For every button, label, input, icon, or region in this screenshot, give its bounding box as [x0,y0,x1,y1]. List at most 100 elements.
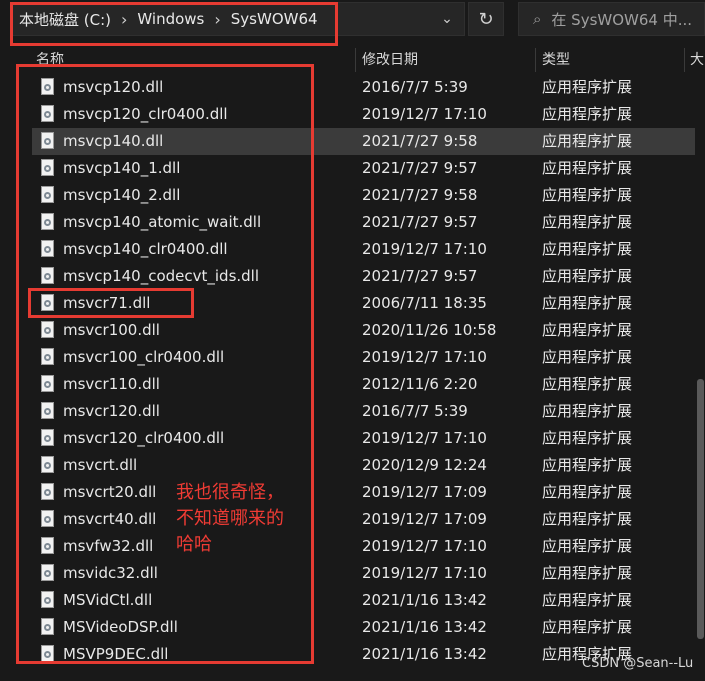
breadcrumb-drive[interactable]: 本地磁盘 (C:) [19,9,111,30]
file-name: msvcp140.dll [63,132,164,150]
file-type: 应用程序扩展 [542,618,633,636]
breadcrumb-syswow64[interactable]: SysWOW64 [231,10,318,28]
column-header-name[interactable]: 名称 [36,46,64,74]
file-type: 应用程序扩展 [542,132,633,150]
file-row[interactable]: msvcrt20.dll 2019/12/7 17:09 应用程序扩展 [32,479,695,506]
file-type: 应用程序扩展 [542,564,633,582]
file-type: 应用程序扩展 [542,105,633,123]
file-type: 应用程序扩展 [542,510,633,528]
file-row[interactable]: msvcp140_2.dll 2021/7/27 9:58 应用程序扩展 [32,182,695,209]
file-date: 2021/7/27 9:57 [362,267,478,285]
file-type: 应用程序扩展 [542,78,633,96]
breadcrumb-separator-icon[interactable]: › [214,10,220,29]
file-row[interactable]: msvidc32.dll 2019/12/7 17:10 应用程序扩展 [32,560,695,587]
file-name: msvcp120.dll [63,78,164,96]
dll-file-icon [41,213,54,230]
breadcrumb-windows[interactable]: Windows [137,10,204,28]
dll-file-icon [41,240,54,257]
file-date: 2012/11/6 2:20 [362,375,478,393]
address-bar[interactable]: 本地磁盘 (C:) › Windows › SysWOW64 [10,2,465,36]
dll-file-icon [41,618,54,635]
dll-file-icon [41,483,54,500]
scrollbar-thumb[interactable] [697,379,704,639]
column-header-row: 名称 修改日期 类型 大 [0,46,705,74]
search-icon: ⌕ [533,10,542,28]
file-row[interactable]: msvcp120.dll 2016/7/7 5:39 应用程序扩展 [32,74,695,101]
dll-file-icon [41,267,54,284]
dll-file-icon [41,537,54,554]
file-name: MSVP9DEC.dll [63,645,169,663]
column-header-date[interactable]: 修改日期 [362,46,418,74]
file-row[interactable]: msvcrt.dll 2020/12/9 12:24 应用程序扩展 [32,452,695,479]
file-name: msvcp140_clr0400.dll [63,240,228,258]
file-name: msvcp120_clr0400.dll [63,105,228,123]
file-row[interactable]: msvcp140_atomic_wait.dll 2021/7/27 9:57 应用… [32,209,695,236]
dll-file-icon [41,429,54,446]
file-date: 2019/12/7 17:09 [362,483,487,501]
file-date: 2019/12/7 17:10 [362,429,487,447]
file-row[interactable]: msvcp120_clr0400.dll 2019/12/7 17:10 应用程序扩… [32,101,695,128]
file-type: 应用程序扩展 [542,375,633,393]
column-header-size[interactable]: 大 [690,46,704,74]
dll-file-icon [41,132,54,149]
column-divider[interactable] [684,48,685,72]
file-type: 应用程序扩展 [542,186,633,204]
file-date: 2019/12/7 17:10 [362,105,487,123]
column-header-type[interactable]: 类型 [542,46,570,74]
file-date: 2020/11/26 10:58 [362,321,497,339]
file-date: 2021/1/16 13:42 [362,645,487,663]
file-name: msvcp140_atomic_wait.dll [63,213,262,231]
dll-file-icon [41,402,54,419]
file-type: 应用程序扩展 [542,483,633,501]
dll-file-icon [41,645,54,662]
vertical-scrollbar[interactable] [696,74,705,681]
file-type: 应用程序扩展 [542,294,633,312]
file-row[interactable]: msvfw32.dll 2019/12/7 17:10 应用程序扩展 [32,533,695,560]
file-type: 应用程序扩展 [542,321,633,339]
file-row[interactable]: msvcr120.dll 2016/7/7 5:39 应用程序扩展 [32,398,695,425]
file-type: 应用程序扩展 [542,591,633,609]
file-row[interactable]: msvcp140_clr0400.dll 2019/12/7 17:10 应用程序扩… [32,236,695,263]
file-name: msvcr71.dll [63,294,151,312]
file-row[interactable]: msvcr100.dll 2020/11/26 10:58 应用程序扩展 [32,317,695,344]
file-row[interactable]: msvcp140_1.dll 2021/7/27 9:57 应用程序扩展 [32,155,695,182]
search-placeholder[interactable]: 在 SysWOW64 中... [551,9,692,30]
dll-file-icon [41,348,54,365]
column-divider[interactable] [535,48,536,72]
search-box[interactable]: ⌕ 在 SysWOW64 中... [518,2,705,36]
file-name: msvcr100_clr0400.dll [63,348,225,366]
dll-file-icon [41,375,54,392]
refresh-button[interactable]: ↻ [468,2,504,36]
file-row[interactable]: msvcr120_clr0400.dll 2019/12/7 17:10 应用程序扩… [32,425,695,452]
file-date: 2021/1/16 13:42 [362,591,487,609]
file-row[interactable]: MSVideoDSP.dll 2021/1/16 13:42 应用程序扩展 [32,614,695,641]
file-name: msvcrt40.dll [63,510,157,528]
dll-file-icon [41,78,54,95]
file-type: 应用程序扩展 [542,240,633,258]
file-name: msvidc32.dll [63,564,158,582]
file-name: MSVideoDSP.dll [63,618,178,636]
refresh-icon: ↻ [478,8,494,30]
file-type: 应用程序扩展 [542,456,633,474]
file-row-selected[interactable]: msvcp140.dll 2021/7/27 9:58 应用程序扩展 [32,128,695,155]
file-type: 应用程序扩展 [542,267,633,285]
dll-file-icon [41,591,54,608]
file-row[interactable]: MSVidCtl.dll 2021/1/16 13:42 应用程序扩展 [32,587,695,614]
dll-file-icon [41,321,54,338]
chevron-down-icon[interactable]: ⌄ [436,10,458,28]
file-row[interactable]: msvcr100_clr0400.dll 2019/12/7 17:10 应用程序扩… [32,344,695,371]
file-date: 2021/7/27 9:58 [362,132,478,150]
dll-file-icon [41,105,54,122]
file-row[interactable]: msvcrt40.dll 2019/12/7 17:09 应用程序扩展 [32,506,695,533]
file-name: msvcrt20.dll [63,483,157,501]
file-row[interactable]: msvcp140_codecvt_ids.dll 2021/7/27 9:57 应用… [32,263,695,290]
file-type: 应用程序扩展 [542,537,633,555]
file-name: msvcr120_clr0400.dll [63,429,225,447]
column-divider[interactable] [355,48,356,72]
file-date: 2021/7/27 9:58 [362,186,478,204]
file-name: msvcr100.dll [63,321,160,339]
file-row[interactable]: msvcr71.dll 2006/7/11 18:35 应用程序扩展 [32,290,695,317]
dll-file-icon [41,510,54,527]
file-row[interactable]: msvcr110.dll 2012/11/6 2:20 应用程序扩展 [32,371,695,398]
breadcrumb-separator-icon[interactable]: › [121,10,127,29]
